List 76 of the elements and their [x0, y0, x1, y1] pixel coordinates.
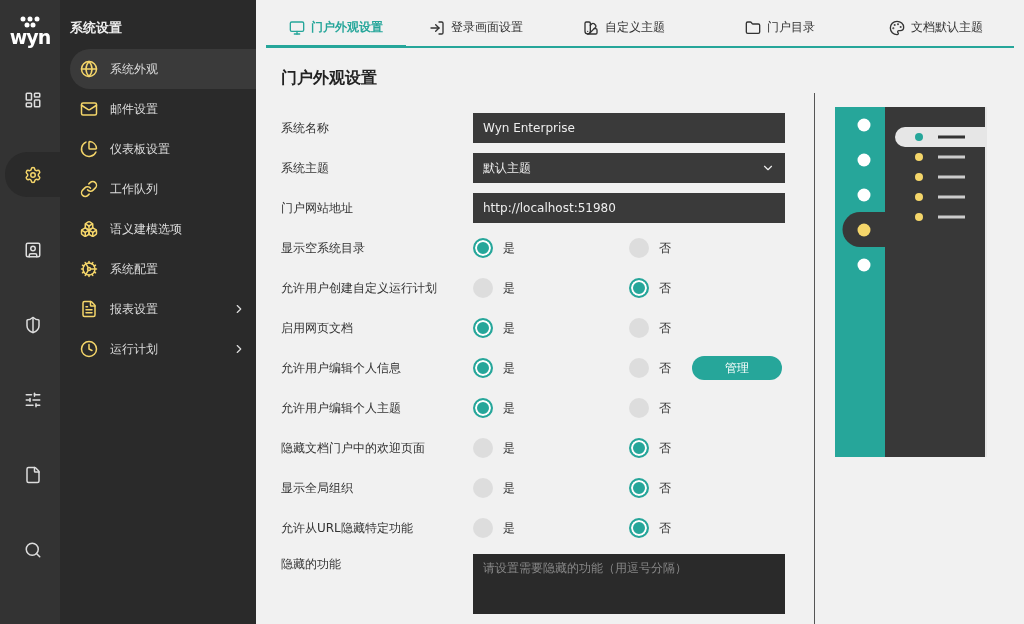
dashboard-icon: [23, 90, 42, 109]
palette-icon: [889, 19, 905, 36]
login-icon: [429, 19, 445, 36]
radio-label: 否: [659, 479, 671, 497]
shield-icon: [23, 315, 42, 334]
sidebar-item[interactable]: 邮件设置: [70, 89, 256, 129]
sidebar-item[interactable]: 语义建模选项: [70, 209, 256, 249]
field-label: 允许用户编辑个人信息: [280, 359, 402, 377]
radio-button[interactable]: [629, 438, 649, 458]
sidebar-item[interactable]: 报表设置: [70, 289, 256, 329]
field-label: 系统主题: [280, 159, 330, 177]
tab[interactable]: 文档默认主题: [858, 10, 1014, 48]
field-label: 允许用户创建自定义运行计划: [280, 279, 438, 297]
field-label: 系统名称: [280, 119, 330, 137]
radio-label: 否: [659, 439, 671, 457]
field-label: 隐藏的功能: [280, 556, 342, 573]
pie-chart-icon: [80, 140, 98, 158]
radio-label: 是: [503, 519, 515, 537]
radio-label: 否: [659, 239, 671, 257]
monitor-icon: [289, 19, 305, 36]
folder-icon: [745, 19, 761, 36]
radio-button[interactable]: [473, 398, 493, 418]
text-field[interactable]: http://localhost:51980: [473, 193, 785, 223]
field-label: 允许从URL隐藏特定功能: [280, 519, 414, 537]
radio-label: 是: [503, 399, 515, 417]
gear-icon: [80, 260, 98, 278]
sidebar-item[interactable]: 系统外观: [70, 49, 256, 89]
tab[interactable]: 登录画面设置: [406, 10, 546, 48]
tab[interactable]: 门户目录: [702, 10, 858, 48]
sidebar-title: 系统设置: [69, 19, 123, 37]
sidebar-item[interactable]: 运行计划: [70, 329, 256, 369]
radio-button[interactable]: [473, 318, 493, 338]
mail-icon: [80, 100, 98, 118]
sidebar-item[interactable]: 系统配置: [70, 249, 256, 289]
field-label: 显示空系统目录: [280, 239, 366, 257]
radio-label: 否: [659, 319, 671, 337]
theme-icon: [583, 19, 599, 36]
radio-label: 否: [659, 359, 671, 377]
field-label: 允许用户编辑个人主题: [280, 399, 402, 417]
radio-label: 否: [659, 399, 671, 417]
radio-label: 是: [503, 479, 515, 497]
field-label: 启用网页文档: [280, 319, 354, 337]
globe-icon: [80, 60, 98, 78]
radio-label: 是: [503, 319, 515, 337]
radio-label: 否: [659, 519, 671, 537]
link-icon: [80, 180, 98, 198]
document-icon: [23, 465, 42, 484]
sliders-icon: [23, 390, 42, 409]
rail-button[interactable]: [5, 152, 60, 197]
text-field[interactable]: Wyn Enterprise: [473, 113, 785, 143]
sidebar-item[interactable]: 仪表板设置: [70, 129, 256, 169]
radio-label: 是: [503, 359, 515, 377]
tab[interactable]: 自定义主题: [546, 10, 702, 48]
document-icon: [80, 300, 98, 318]
radio-label: 是: [503, 439, 515, 457]
user-card-icon: [23, 240, 42, 259]
logo: wyn: [9, 0, 51, 62]
radio-label: 是: [503, 239, 515, 257]
radio-button[interactable]: [629, 518, 649, 538]
field-label: 门户网站地址: [280, 199, 354, 217]
search-icon: [23, 540, 42, 559]
page-heading: 门户外观设置: [281, 68, 378, 89]
logo-dots-icon: [18, 16, 42, 28]
clock-icon: [80, 340, 98, 358]
radio-button[interactable]: [629, 478, 649, 498]
field-label: 隐藏文档门户中的欢迎页面: [280, 439, 426, 457]
theme-select[interactable]: 默认主题: [473, 153, 785, 183]
sidebar-item[interactable]: 工作队列: [70, 169, 256, 209]
radio-label: 是: [503, 279, 515, 297]
radio-button[interactable]: [473, 358, 493, 378]
radio-button[interactable]: [473, 238, 493, 258]
text-area[interactable]: 请设置需要隐藏的功能（用逗号分隔）: [473, 554, 785, 614]
radio-label: 否: [659, 279, 671, 297]
settings-icon: [23, 165, 42, 184]
field-label: 显示全局组织: [280, 479, 354, 497]
radio-button[interactable]: [629, 278, 649, 298]
